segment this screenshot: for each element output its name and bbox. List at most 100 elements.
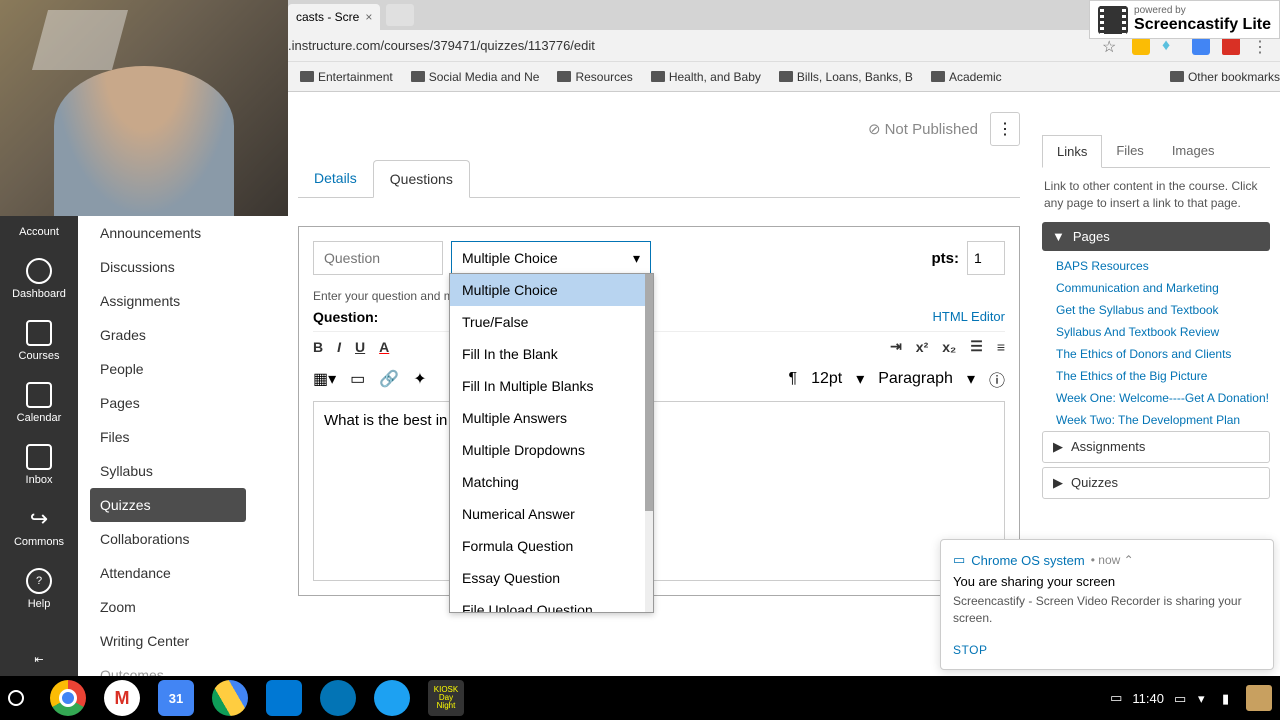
video-app-icon[interactable]: [374, 680, 410, 716]
embed-button[interactable]: ▭: [350, 369, 365, 389]
clear-format-button[interactable]: ✦: [413, 369, 426, 389]
menu-icon[interactable]: ⋮: [1252, 37, 1270, 55]
diamond-ext-icon[interactable]: ♦: [1162, 37, 1180, 55]
page-link[interactable]: Week Two: The Development Plan: [1042, 409, 1270, 431]
bold-button[interactable]: B: [313, 339, 323, 355]
underline-button[interactable]: U: [355, 339, 365, 355]
notification-tray-icon[interactable]: ▭: [1110, 690, 1122, 706]
accordion-assignments[interactable]: ▶Assignments: [1042, 431, 1270, 463]
stop-sharing-button[interactable]: STOP: [953, 643, 1261, 657]
rs-tab-links[interactable]: Links: [1042, 135, 1102, 168]
tab-details[interactable]: Details: [298, 160, 373, 197]
wifi-icon[interactable]: ▾: [1198, 691, 1212, 705]
dd-option[interactable]: Essay Question: [450, 562, 653, 594]
page-link[interactable]: BAPS Resources: [1042, 255, 1270, 277]
nav-dashboard[interactable]: Dashboard: [0, 248, 78, 310]
nav-courses[interactable]: Courses: [0, 310, 78, 372]
cn-people[interactable]: People: [90, 352, 246, 386]
onedrive-app-icon[interactable]: [266, 680, 302, 716]
bookmark-folder[interactable]: Resources: [557, 70, 632, 84]
cn-assignments[interactable]: Assignments: [90, 284, 246, 318]
link-button[interactable]: 🔗: [379, 369, 399, 389]
cn-files[interactable]: Files: [90, 420, 246, 454]
italic-button[interactable]: I: [337, 339, 341, 355]
table-button[interactable]: ▦▾: [313, 369, 336, 389]
cn-discussions[interactable]: Discussions: [90, 250, 246, 284]
page-link[interactable]: Syllabus And Textbook Review: [1042, 321, 1270, 343]
bookmark-folder[interactable]: Academic: [931, 70, 1002, 84]
page-link[interactable]: Week One: Welcome----Get A Donation!: [1042, 387, 1270, 409]
calendar-app-icon[interactable]: 31: [158, 680, 194, 716]
cn-quizzes[interactable]: Quizzes: [90, 488, 246, 522]
scrollbar[interactable]: [645, 274, 653, 612]
dd-option[interactable]: Fill In Multiple Blanks: [450, 370, 653, 402]
battery-icon[interactable]: ▮: [1222, 691, 1236, 705]
gmail-app-icon[interactable]: M: [104, 680, 140, 716]
files-app-icon[interactable]: [320, 680, 356, 716]
direction-button[interactable]: ¶: [788, 370, 797, 388]
dd-option[interactable]: Formula Question: [450, 530, 653, 562]
cn-syllabus[interactable]: Syllabus: [90, 454, 246, 488]
text-color-button[interactable]: A: [379, 339, 389, 355]
page-link[interactable]: Communication and Marketing: [1042, 277, 1270, 299]
bookmark-folder[interactable]: Entertainment: [300, 70, 393, 84]
question-name-input[interactable]: [313, 241, 443, 275]
rs-tab-images[interactable]: Images: [1158, 135, 1229, 167]
nav-account[interactable]: Account: [0, 216, 78, 248]
ext-icon-2[interactable]: [1222, 37, 1240, 55]
dd-option[interactable]: Multiple Choice: [450, 274, 653, 306]
cn-writing-center[interactable]: Writing Center: [90, 624, 246, 658]
avatar-icon[interactable]: [1246, 685, 1272, 711]
pts-input[interactable]: [967, 241, 1005, 275]
other-bookmarks[interactable]: Other bookmarks: [1170, 70, 1280, 84]
collapse-nav-icon[interactable]: ⇤: [0, 653, 78, 666]
dd-option[interactable]: File Upload Question: [450, 594, 653, 613]
nav-help[interactable]: ?Help: [0, 558, 78, 620]
page-link[interactable]: The Ethics of Donors and Clients: [1042, 343, 1270, 365]
rich-text-editor[interactable]: What is the best in: [313, 401, 1005, 581]
more-options-button[interactable]: ⋮: [990, 112, 1020, 146]
nav-calendar[interactable]: Calendar: [0, 372, 78, 434]
browser-tab[interactable]: casts - Scre ×: [288, 4, 380, 30]
subscript-button[interactable]: x₂: [942, 339, 956, 355]
paragraph-select[interactable]: Paragraph: [878, 370, 953, 388]
bullet-list-button[interactable]: ☰: [970, 338, 983, 355]
question-type-select[interactable]: Multiple Choice ▾: [451, 241, 651, 275]
rs-tab-files[interactable]: Files: [1102, 135, 1157, 167]
dd-option[interactable]: Multiple Dropdowns: [450, 434, 653, 466]
kiosk-app-icon[interactable]: KIOSKDayNight: [428, 680, 464, 716]
new-tab-button[interactable]: [386, 4, 414, 26]
cn-grades[interactable]: Grades: [90, 318, 246, 352]
ext-icon[interactable]: [1192, 37, 1210, 55]
font-size-select[interactable]: 12pt: [811, 370, 842, 388]
indent-button[interactable]: ⇥: [890, 338, 902, 355]
page-link[interactable]: Get the Syllabus and Textbook: [1042, 299, 1270, 321]
superscript-button[interactable]: x²: [916, 339, 928, 355]
chevron-up-icon[interactable]: ⌃: [1124, 553, 1134, 567]
drive-app-icon[interactable]: [212, 680, 248, 716]
clock[interactable]: 11:40: [1132, 691, 1164, 706]
close-icon[interactable]: ×: [365, 10, 372, 24]
number-list-button[interactable]: ≡: [997, 339, 1005, 355]
bookmark-folder[interactable]: Health, and Baby: [651, 70, 761, 84]
star-icon[interactable]: ☆: [1102, 37, 1120, 55]
accessibility-icon[interactable]: ⓘ: [989, 367, 1005, 391]
page-link[interactable]: The Ethics of the Big Picture: [1042, 365, 1270, 387]
bookmark-folder[interactable]: Bills, Loans, Banks, B: [779, 70, 913, 84]
accordion-quizzes[interactable]: ▶Quizzes: [1042, 467, 1270, 499]
cn-zoom[interactable]: Zoom: [90, 590, 246, 624]
html-editor-link[interactable]: HTML Editor: [933, 309, 1005, 324]
bookmark-folder[interactable]: Social Media and Ne: [411, 70, 540, 84]
chrome-app-icon[interactable]: [50, 680, 86, 716]
dd-option[interactable]: Numerical Answer: [450, 498, 653, 530]
dd-option[interactable]: Fill In the Blank: [450, 338, 653, 370]
cn-attendance[interactable]: Attendance: [90, 556, 246, 590]
cast-icon[interactable]: ▭: [1174, 691, 1188, 705]
cn-pages[interactable]: Pages: [90, 386, 246, 420]
dd-option[interactable]: Matching: [450, 466, 653, 498]
dd-option[interactable]: True/False: [450, 306, 653, 338]
nav-inbox[interactable]: Inbox: [0, 434, 78, 496]
cn-collaborations[interactable]: Collaborations: [90, 522, 246, 556]
nav-commons[interactable]: ↪Commons: [0, 496, 78, 558]
accordion-pages[interactable]: ▼Pages: [1042, 222, 1270, 251]
